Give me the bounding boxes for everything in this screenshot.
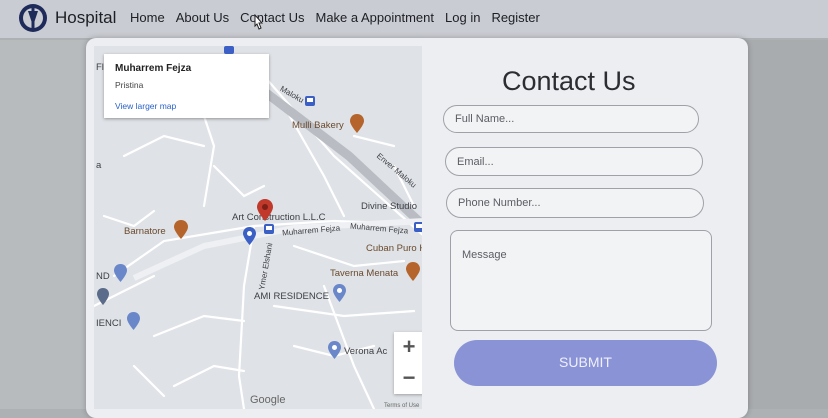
navbar: Hospital Home About Us Contact Us Make a… [0,0,828,38]
phone-number-input[interactable]: Phone Number... [446,188,704,218]
nav-item-make-appointment[interactable]: Make a Appointment [315,10,434,25]
map-label: Mulli Bakery [292,120,344,131]
brand-name[interactable]: Hospital [55,8,116,28]
nav-item-register[interactable]: Register [491,10,539,25]
map-label: IENCI [96,318,122,329]
map-label: Art Construction L.L.C [232,212,326,223]
nav-item-contact-us[interactable]: Contact Us [240,10,304,25]
zoom-minus-icon[interactable]: − [394,363,422,394]
full-name-input[interactable]: Full Name... [443,105,699,133]
map-label: ND [96,271,110,282]
map-label: Cuban Puro H [366,243,422,254]
map-pin-icon [243,227,256,245]
page-title: Contact Us [502,66,636,96]
map-label: a [96,160,102,171]
map-label: Fl [96,62,104,73]
map-label: Taverna Menata [330,268,399,279]
map-pin-icon [97,288,109,305]
restaurant-icon [406,262,420,281]
page-background-right [743,40,828,409]
map-pin-icon [328,341,341,359]
map-label: Barnatore [124,226,166,237]
nav-links: Home About Us Contact Us Make a Appointm… [130,10,551,25]
bus-stop-icon [305,96,315,106]
email-input[interactable]: Email... [445,147,703,176]
message-textarea[interactable]: Message [450,230,712,331]
page-background-left [0,40,90,409]
embedded-map[interactable]: Muharrem Fejza Pristina View larger map … [94,46,422,409]
submit-button[interactable]: SUBMIT [454,340,717,386]
map-zoom-controls: + − [394,332,422,394]
map-pin-icon [333,284,346,302]
bus-stop-icon [224,46,234,54]
google-logo: Google [250,394,286,406]
nav-item-home[interactable]: Home [130,10,165,25]
info-subtitle: Pristina [115,80,144,90]
cursor-icon [254,14,264,30]
terms-link[interactable]: Terms of Use [384,403,419,409]
view-larger-map-link[interactable]: View larger map [115,101,176,111]
nav-item-about-us[interactable]: About Us [176,10,229,25]
map-pin-icon [127,312,140,330]
restaurant-icon [174,220,188,239]
map-info-window: Muharrem Fejza Pristina View larger map [104,54,269,118]
map-pin-icon[interactable] [257,199,273,221]
bus-stop-icon [414,222,422,232]
map-pin-icon [114,264,127,282]
info-title: Muharrem Fejza [115,63,192,74]
nav-item-log-in[interactable]: Log in [445,10,480,25]
map-label: Divine Studio [361,201,417,212]
zoom-plus-icon[interactable]: + [394,332,422,363]
map-label: Verona Ac [344,346,388,357]
bus-stop-icon [264,224,274,234]
hospital-logo-icon[interactable] [16,2,50,34]
restaurant-icon [350,114,364,133]
map-label: AMI RESIDENCE [254,291,329,302]
